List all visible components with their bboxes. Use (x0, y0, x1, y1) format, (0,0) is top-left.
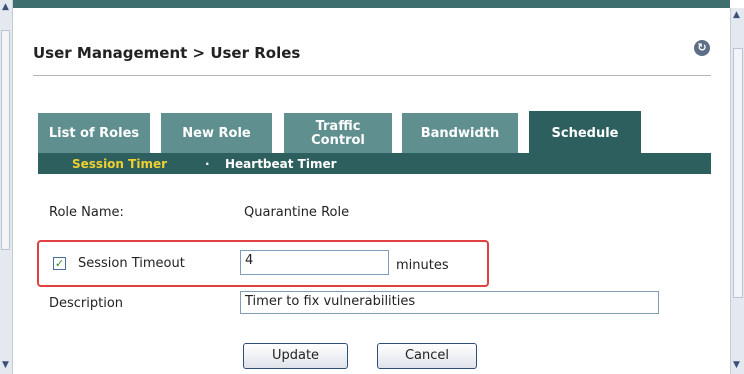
title-divider (33, 75, 711, 76)
tab-list-of-roles[interactable]: List of Roles (38, 113, 150, 153)
role-name-value: Quarantine Role (244, 205, 350, 220)
subtab-heartbeat-timer[interactable]: Heartbeat Timer (225, 157, 337, 171)
left-scrollbar-thumb[interactable] (1, 30, 10, 250)
scroll-down-arrow-icon[interactable]: ▼ (2, 360, 9, 370)
scroll-down-arrow-icon[interactable]: ▼ (733, 360, 740, 370)
scroll-up-arrow-icon[interactable]: ▲ (733, 10, 740, 20)
description-label: Description (49, 296, 124, 311)
tab-bandwidth[interactable]: Bandwidth (402, 113, 518, 153)
subtab-session-timer[interactable]: Session Timer (72, 157, 167, 171)
session-timeout-checkbox[interactable]: ✓ (53, 257, 66, 270)
update-button[interactable]: Update (243, 343, 348, 369)
session-timeout-unit: minutes (396, 258, 449, 273)
refresh-icon[interactable]: ↻ (694, 40, 710, 56)
right-scrollbar-thumb[interactable] (733, 48, 743, 298)
left-scrollbar[interactable]: ▲ ▼ (0, 0, 13, 374)
tab-schedule[interactable]: Schedule (529, 111, 641, 155)
description-input[interactable]: Timer to fix vulnerabilities (240, 291, 659, 314)
session-timeout-input[interactable]: 4 (240, 250, 389, 275)
cancel-button[interactable]: Cancel (377, 343, 477, 369)
page-title: User Management > User Roles (33, 44, 301, 62)
subtab-separator: · (205, 157, 210, 171)
tab-traffic-control[interactable]: Traffic Control (284, 113, 392, 153)
top-bar (12, 0, 730, 8)
tab-new-role[interactable]: New Role (161, 113, 272, 153)
role-name-label: Role Name: (49, 205, 124, 220)
scroll-up-arrow-icon[interactable]: ▲ (2, 2, 9, 12)
right-scrollbar[interactable]: ▲ ▼ (730, 8, 744, 374)
session-timeout-label: Session Timeout (78, 256, 185, 271)
